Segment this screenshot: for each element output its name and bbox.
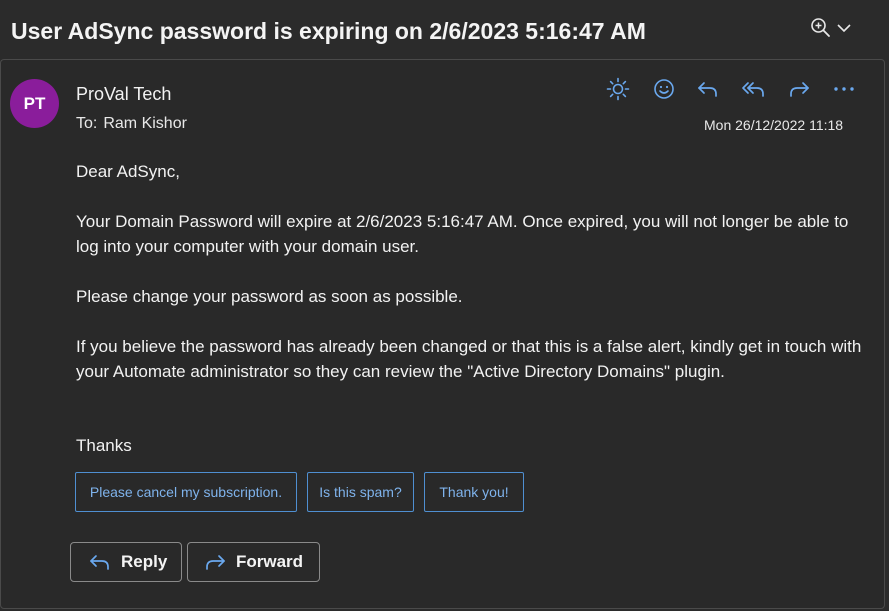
email-subject: User AdSync password is expiring on 2/6/… — [11, 18, 646, 44]
sun-icon[interactable] — [604, 76, 632, 102]
chevron-down-icon[interactable] — [836, 21, 852, 39]
smiley-icon[interactable] — [650, 76, 678, 102]
subject-bar: User AdSync password is expiring on 2/6/… — [0, 0, 889, 60]
forward-icon[interactable] — [785, 76, 813, 102]
reply-icon[interactable] — [694, 76, 722, 102]
reply-all-icon[interactable] — [740, 76, 768, 102]
suggested-reply-cancel-subscription[interactable]: Please cancel my subscription. — [75, 472, 297, 512]
recipient-name[interactable]: Ram Kishor — [103, 115, 187, 132]
to-label: To: — [76, 115, 98, 132]
more-icon[interactable] — [830, 76, 858, 102]
reply-button-label: Reply — [121, 552, 168, 571]
greeting: Dear AdSync, — [76, 162, 180, 181]
sender-name[interactable]: ProVal Tech — [76, 84, 171, 105]
zoom-in-icon[interactable] — [810, 17, 832, 44]
reply-icon — [89, 553, 111, 571]
forward-button[interactable]: Forward — [187, 542, 320, 582]
recipient-line: To: Ram Kishor — [76, 115, 187, 133]
avatar: PT — [10, 79, 59, 128]
zoom-control[interactable] — [810, 17, 858, 43]
message-date: Mon 26/12/2022 11:18 — [704, 117, 844, 133]
body-paragraph: If you believe the password has already … — [76, 337, 862, 381]
suggested-reply-spam[interactable]: Is this spam? — [307, 472, 414, 512]
body-paragraph: Please change your password as soon as p… — [76, 287, 463, 306]
closing: Thanks — [76, 436, 132, 455]
reply-button[interactable]: Reply — [70, 542, 182, 582]
suggested-reply-thank-you[interactable]: Thank you! — [424, 472, 524, 512]
forward-button-label: Forward — [236, 552, 304, 571]
avatar-initials: PT — [23, 93, 46, 113]
body-paragraph: Your Domain Password will expire at 2/6/… — [76, 212, 849, 256]
forward-icon — [204, 553, 226, 571]
